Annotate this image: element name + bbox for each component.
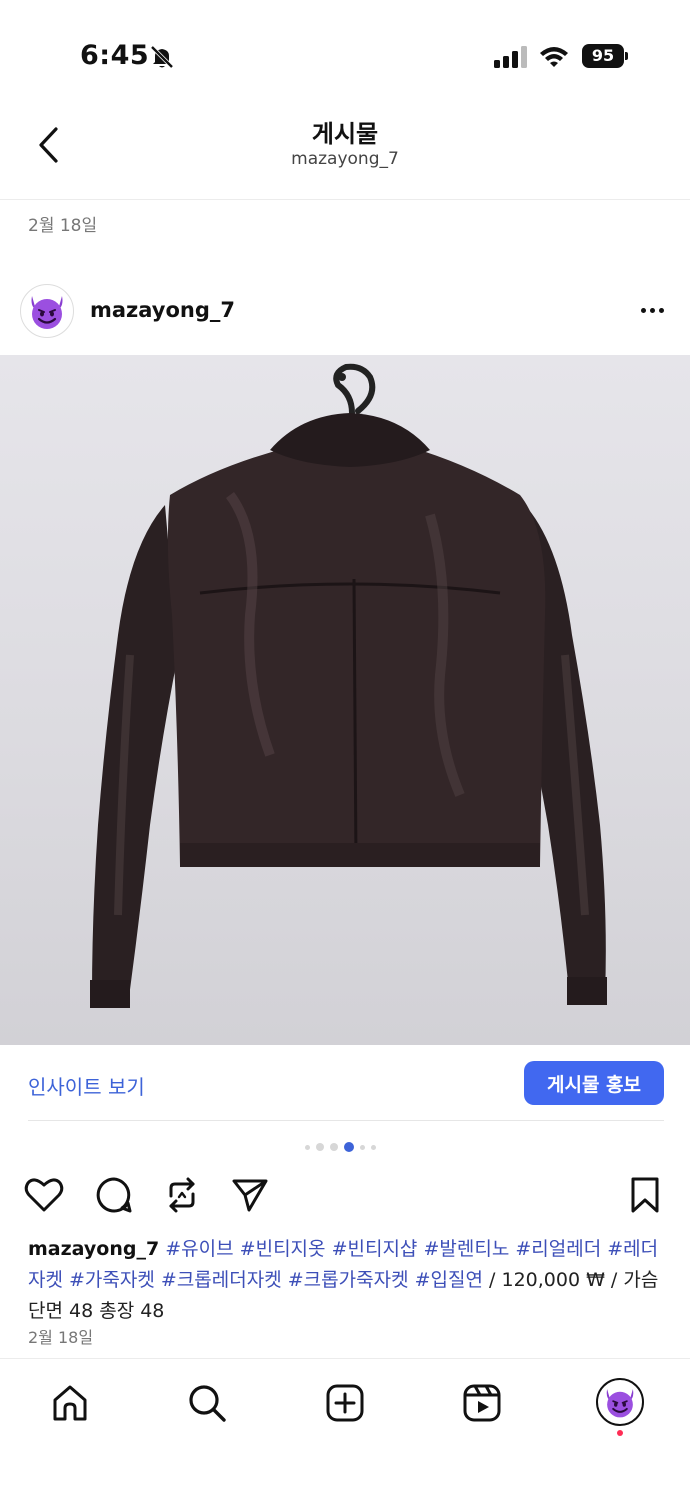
wifi-icon xyxy=(540,47,568,67)
nav-home[interactable] xyxy=(46,1379,94,1427)
bell-off-icon xyxy=(150,45,174,69)
repost-icon xyxy=(169,1177,195,1213)
author-username[interactable]: mazayong_7 xyxy=(90,298,235,322)
battery-icon: 95 xyxy=(582,44,628,68)
divider xyxy=(28,1120,664,1121)
leather-jacket-image xyxy=(90,363,607,1008)
bookmark-icon xyxy=(631,1177,659,1213)
hashtag[interactable]: #크롭가죽자켓 xyxy=(288,1269,409,1291)
caption-username[interactable]: mazayong_7 xyxy=(28,1238,159,1260)
hashtag[interactable]: #발렌티노 xyxy=(423,1238,509,1260)
promote-post-button[interactable]: 게시물 홍보 xyxy=(524,1061,664,1105)
nav-reels[interactable] xyxy=(458,1379,506,1427)
carousel-dot xyxy=(330,1143,338,1151)
post-date-top: 2월 18일 xyxy=(28,216,98,236)
carousel-indicator xyxy=(305,1141,400,1153)
status-bar: 6:45 95 xyxy=(0,0,690,100)
create-icon xyxy=(326,1384,364,1422)
hashtag[interactable]: #빈티지샵 xyxy=(332,1238,418,1260)
like-button[interactable] xyxy=(24,1175,64,1215)
nav-create[interactable] xyxy=(321,1379,369,1427)
heart-icon xyxy=(24,1178,64,1212)
post-author-row: mazayong_7 xyxy=(0,280,690,346)
home-icon xyxy=(53,1385,87,1421)
status-time: 6:45 xyxy=(80,40,150,71)
view-insights-link[interactable]: 인사이트 보기 xyxy=(28,1071,145,1100)
battery-level: 95 xyxy=(582,44,624,68)
hashtag[interactable]: #리얼레더 xyxy=(515,1238,601,1260)
smiling-devil-icon xyxy=(606,1389,634,1418)
search-icon xyxy=(189,1385,226,1422)
carousel-dot-active xyxy=(344,1142,354,1152)
comment-button[interactable] xyxy=(94,1175,134,1215)
page-subtitle: mazayong_7 xyxy=(291,149,399,169)
reels-icon xyxy=(463,1384,501,1422)
carousel-dot xyxy=(371,1144,376,1150)
carousel-dot xyxy=(305,1144,310,1150)
notification-dot xyxy=(617,1430,623,1436)
nav-profile[interactable] xyxy=(596,1378,644,1426)
hashtag[interactable]: #빈티지옷 xyxy=(240,1238,326,1260)
hashtag[interactable]: #가죽자켓 xyxy=(69,1269,155,1291)
bookmark-button[interactable] xyxy=(625,1175,665,1215)
hashtag[interactable]: #크롭레더자켓 xyxy=(161,1269,282,1291)
header: 게시물 mazayong_7 xyxy=(0,100,690,200)
signal-icon xyxy=(494,46,527,68)
hashtag[interactable]: #입질연 xyxy=(415,1269,483,1291)
post-photo[interactable] xyxy=(0,355,690,1045)
hashtag[interactable]: #유이브 xyxy=(165,1238,233,1260)
avatar[interactable] xyxy=(20,284,74,338)
more-options-button[interactable] xyxy=(632,300,672,320)
post-actions xyxy=(0,1170,690,1220)
comment-icon xyxy=(96,1177,132,1213)
bottom-navigation xyxy=(0,1358,690,1500)
carousel-dot xyxy=(316,1143,324,1151)
post-caption: mazayong_7 #유이브 #빈티지옷 #빈티지샵 #발렌티노 #리얼레더 … xyxy=(28,1234,668,1327)
share-button[interactable] xyxy=(230,1175,270,1215)
smiling-devil-icon xyxy=(31,296,63,329)
post-date-bottom: 2월 18일 xyxy=(28,1328,94,1347)
repost-button[interactable] xyxy=(162,1175,202,1215)
send-icon xyxy=(232,1179,268,1212)
page-title: 게시물 xyxy=(311,120,379,148)
nav-search[interactable] xyxy=(183,1379,231,1427)
carousel-dot xyxy=(360,1144,365,1150)
